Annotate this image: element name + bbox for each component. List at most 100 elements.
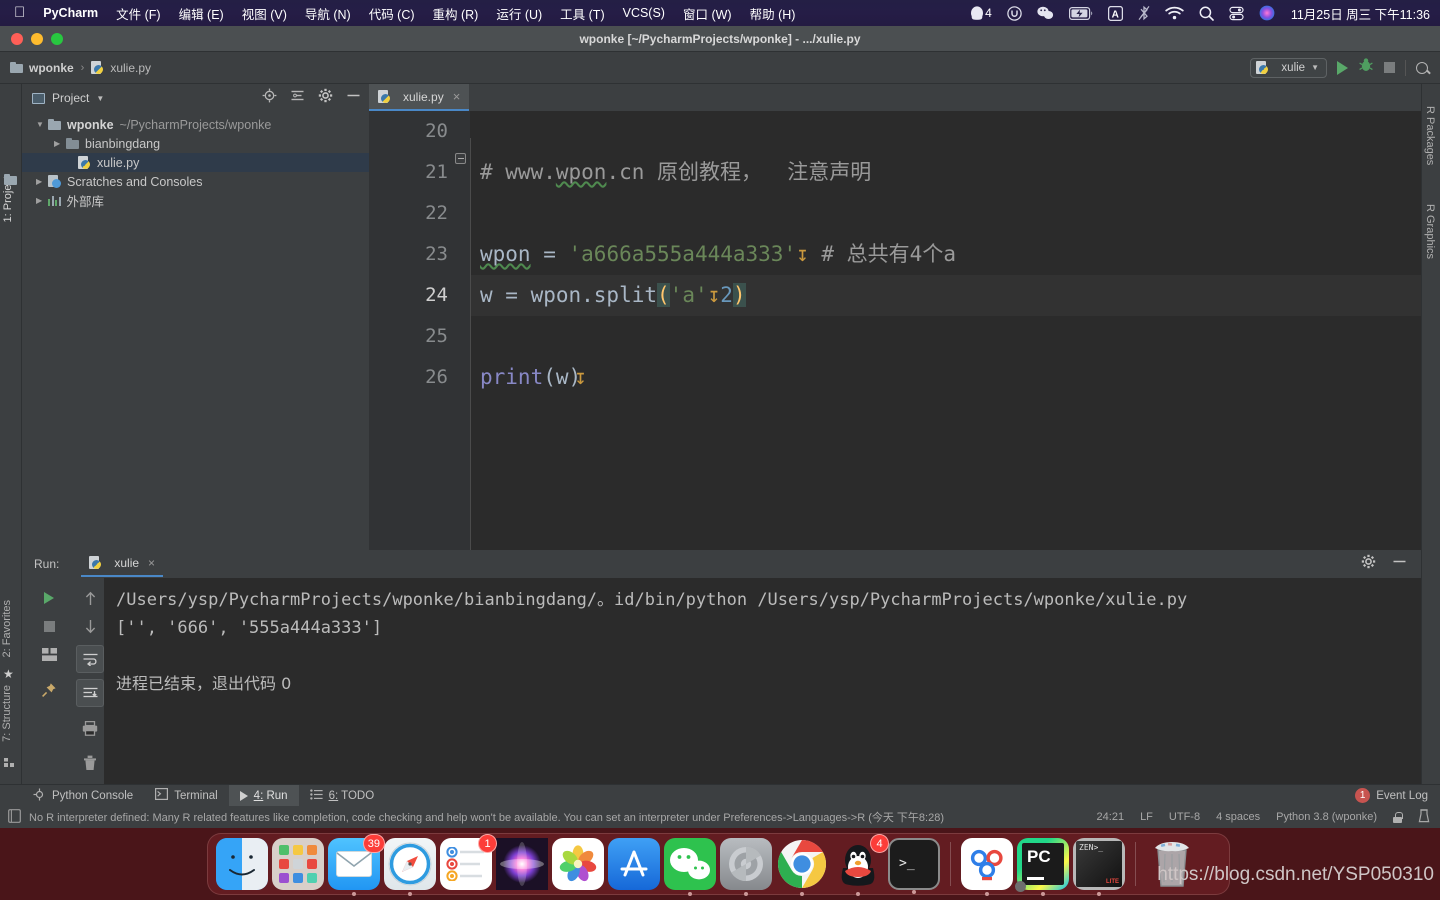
code-content[interactable]: # www.wpon.cn 原创教程， 注意声明 wpon = 'a666a55…	[470, 111, 1421, 577]
run-configuration-selector[interactable]: xulie ▼	[1250, 57, 1327, 78]
dock-item-siri[interactable]	[496, 838, 548, 890]
expand-arrow-icon[interactable]: ▶	[36, 177, 48, 186]
dock-item-mail[interactable]: 39	[328, 834, 385, 896]
dock-item-baidu-netdisk[interactable]	[961, 838, 1013, 896]
menubar-clock[interactable]: 11月25日 周三 下午11:36	[1291, 4, 1430, 23]
qq-icon[interactable]: 4	[970, 5, 992, 21]
inspection-icon[interactable]	[1418, 808, 1430, 826]
tree-item-bianbingdang[interactable]: ▶ bianbingdang	[22, 134, 369, 153]
scroll-to-end-icon[interactable]	[76, 679, 104, 707]
menu-navigate[interactable]: 导航 (N)	[305, 4, 351, 23]
trash-icon[interactable]	[76, 749, 104, 777]
tree-item-external-libraries[interactable]: ▶ 外部库	[22, 191, 369, 210]
menu-file[interactable]: 文件 (F)	[116, 4, 160, 23]
maximize-window-button[interactable]	[51, 32, 63, 45]
wechat-icon[interactable]	[1037, 6, 1054, 20]
stop-icon[interactable]	[35, 612, 63, 640]
caret-position[interactable]: 24:21	[1097, 811, 1125, 823]
settings-gear-icon[interactable]	[318, 88, 333, 108]
hide-panel-icon[interactable]	[1392, 554, 1407, 574]
siri-icon[interactable]	[1259, 5, 1275, 21]
up-icon[interactable]	[76, 584, 104, 612]
menu-app-name[interactable]: PyCharm	[43, 6, 98, 20]
input-source-icon[interactable]: A	[1107, 5, 1123, 21]
expand-arrow-icon[interactable]: ▶	[54, 139, 66, 148]
wifi-icon[interactable]	[1165, 6, 1184, 20]
dock-item-terminal[interactable]: >_	[888, 838, 940, 894]
bluetooth-off-icon[interactable]	[1138, 5, 1150, 21]
dock-item-reminders[interactable]: 1	[440, 834, 497, 890]
code-line-21[interactable]: # www.wpon.cn 原创教程， 注意声明	[470, 152, 1421, 193]
code-line-25[interactable]	[470, 316, 1421, 357]
code-line-26[interactable]: print(w)↧	[470, 357, 1421, 398]
code-line-24[interactable]: w = wpon.split('a'↧2)	[470, 275, 1421, 316]
console-output[interactable]: /Users/ysp/PycharmProjects/wponke/bianbi…	[104, 578, 1421, 784]
line-separator[interactable]: LF	[1140, 811, 1153, 823]
debug-icon[interactable]	[1358, 57, 1374, 78]
menu-edit[interactable]: 编辑 (E)	[179, 4, 224, 23]
editor-gutter[interactable]: 20 21 22 23 24 25 26	[369, 111, 470, 550]
dock-item-qq[interactable]: 4	[832, 834, 889, 896]
search-everywhere-icon[interactable]	[1416, 61, 1428, 74]
run-tab-xulie[interactable]: xulie ×	[81, 551, 164, 577]
code-line-22[interactable]	[470, 193, 1421, 234]
lock-icon[interactable]	[1393, 811, 1403, 823]
control-center-icon[interactable]	[1229, 6, 1244, 21]
project-panel-title[interactable]: Project	[52, 91, 89, 105]
collapse-all-icon[interactable]	[290, 88, 305, 108]
dock-item-chrome[interactable]	[776, 838, 828, 896]
sidebar-item-r-graphics[interactable]: R Graphics	[1424, 204, 1436, 259]
breadcrumb-project[interactable]: wponke	[29, 61, 74, 75]
settings-gear-icon[interactable]	[1361, 554, 1376, 574]
menu-tools[interactable]: 工具 (T)	[560, 4, 604, 23]
dock-item-photos[interactable]	[552, 838, 604, 890]
dock-item-finder[interactable]	[216, 838, 268, 890]
sidebar-item-structure[interactable]: 7: Structure	[1, 685, 13, 742]
tab-terminal[interactable]: Terminal	[144, 785, 228, 807]
python-interpreter[interactable]: Python 3.8 (wponke)	[1276, 811, 1377, 823]
code-fold-icon[interactable]	[455, 153, 466, 164]
down-icon[interactable]	[76, 612, 104, 640]
code-line-23[interactable]: wpon = 'a666a555a444a333'↧ # 总共有4个a	[470, 234, 1421, 275]
menu-code[interactable]: 代码 (C)	[369, 4, 415, 23]
battery-icon[interactable]	[1068, 6, 1093, 20]
menu-run[interactable]: 运行 (U)	[496, 4, 542, 23]
menu-help[interactable]: 帮助 (H)	[750, 4, 796, 23]
menu-vcs[interactable]: VCS(S)	[623, 6, 665, 20]
apple-menu-icon[interactable]: 	[14, 5, 25, 20]
tab-todo[interactable]: 6: TODO	[299, 785, 386, 807]
expand-arrow-icon[interactable]: ▶	[36, 196, 48, 205]
dock-item-wechat[interactable]	[664, 838, 716, 896]
sidebar-item-favorites[interactable]: 2: Favorites	[1, 600, 13, 657]
menu-window[interactable]: 窗口 (W)	[683, 4, 732, 23]
minimize-window-button[interactable]	[31, 32, 43, 45]
event-log-label[interactable]: Event Log	[1376, 790, 1428, 802]
tree-item-wponke[interactable]: ▼ wponke ~/PycharmProjects/wponke	[22, 115, 369, 134]
notification-icon[interactable]	[8, 808, 21, 826]
dock-item-launchpad[interactable]	[272, 838, 324, 890]
breadcrumb-file[interactable]: xulie.py	[110, 61, 151, 75]
print-icon[interactable]	[76, 714, 104, 742]
tab-python-console[interactable]: Python Console	[22, 785, 144, 807]
dock-item-app-store[interactable]	[608, 838, 660, 890]
close-icon[interactable]: ×	[453, 89, 461, 104]
indent-setting[interactable]: 4 spaces	[1216, 811, 1260, 823]
rerun-icon[interactable]	[35, 584, 63, 612]
stop-icon[interactable]	[1384, 62, 1395, 73]
menu-view[interactable]: 视图 (V)	[242, 4, 287, 23]
code-line-20[interactable]	[470, 111, 1421, 152]
menu-refactor[interactable]: 重构 (R)	[433, 4, 479, 23]
file-encoding[interactable]: UTF-8	[1169, 811, 1200, 823]
spotlight-search-icon[interactable]	[1199, 6, 1214, 21]
tab-xulie-py[interactable]: xulie.py ×	[369, 84, 470, 111]
tree-item-xulie-py[interactable]: xulie.py	[22, 153, 369, 172]
tree-item-scratches-and-consoles[interactable]: ▶ Scratches and Consoles	[22, 172, 369, 191]
hide-panel-icon[interactable]	[346, 88, 361, 108]
close-icon[interactable]: ×	[148, 556, 155, 570]
expand-arrow-icon[interactable]: ▼	[36, 120, 48, 129]
layout-icon[interactable]	[35, 640, 63, 668]
close-window-button[interactable]	[11, 32, 23, 45]
sidebar-item-r-packages[interactable]: R Packages	[1424, 106, 1436, 165]
run-icon[interactable]	[1337, 60, 1348, 75]
dock-item-system-preferences[interactable]	[720, 838, 772, 896]
